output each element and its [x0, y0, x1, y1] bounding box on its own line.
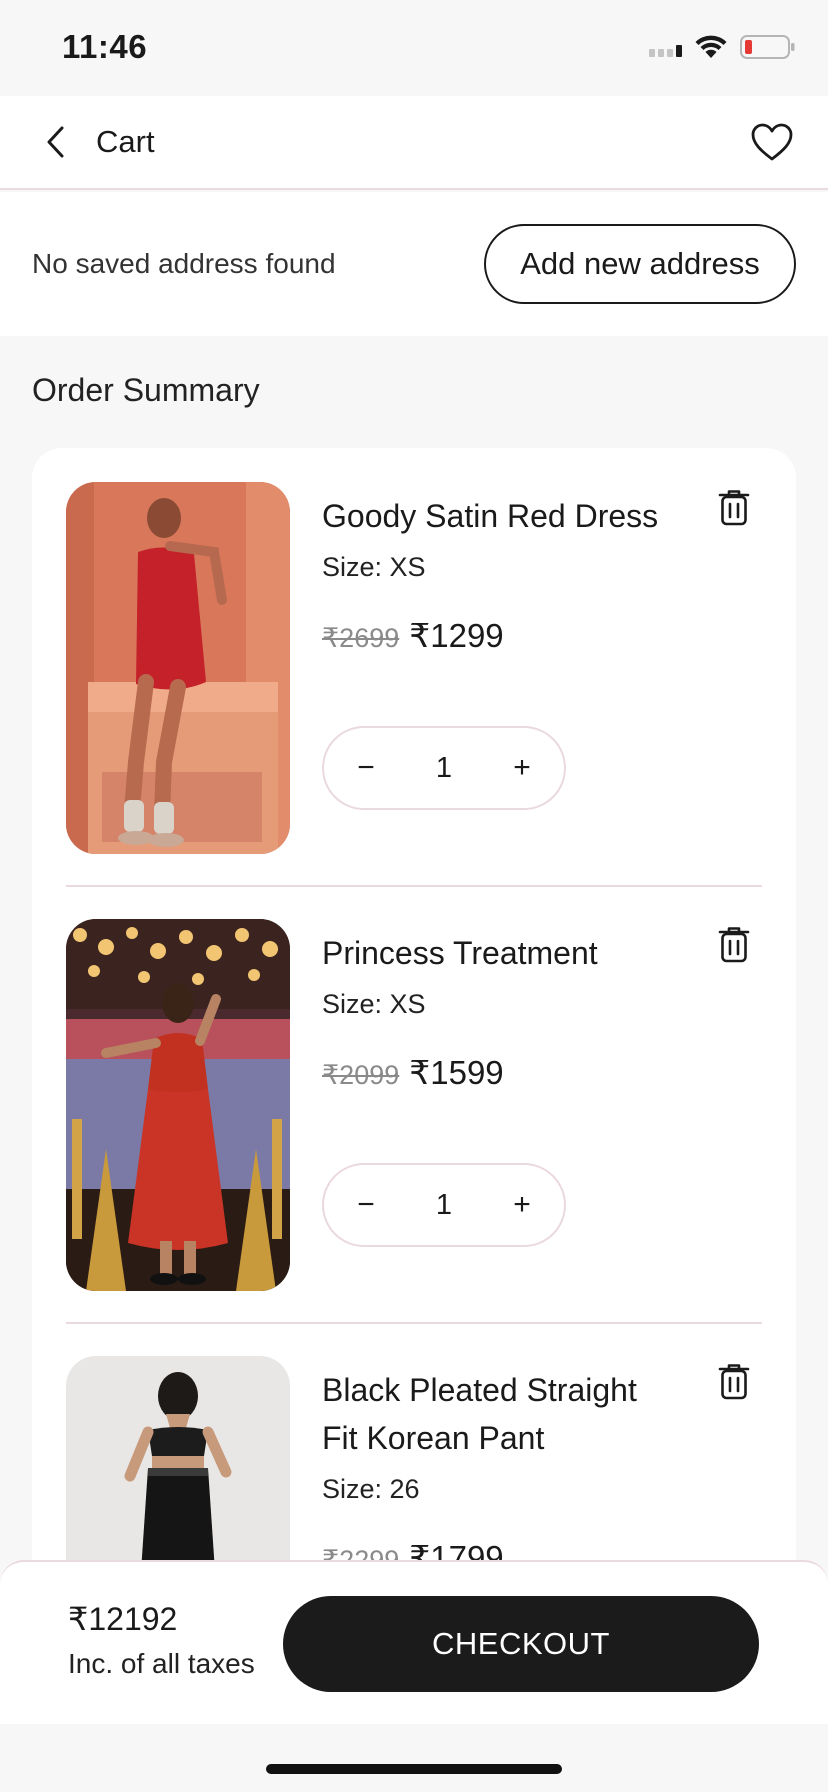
checkout-button[interactable]: CHECKOUT — [283, 1596, 759, 1692]
product-size: Size: 26 — [322, 1474, 420, 1504]
trash-icon — [718, 1364, 750, 1400]
trash-icon — [718, 927, 750, 963]
heart-icon — [751, 123, 793, 161]
increase-quantity-button[interactable]: + — [502, 1185, 542, 1225]
home-indicator[interactable] — [266, 1764, 562, 1774]
back-button[interactable] — [36, 122, 76, 162]
status-time: 11:46 — [62, 28, 148, 65]
quantity-value: 1 — [435, 751, 453, 784]
no-address-message: No saved address found — [32, 248, 336, 279]
product-price: ₹2099 ₹1599 — [322, 1053, 504, 1092]
product-size: Size: XS — [322, 989, 426, 1019]
tax-note: Inc. of all taxes — [68, 1648, 255, 1679]
wifi-icon — [695, 35, 727, 58]
trash-icon — [718, 490, 750, 526]
product-name[interactable]: Black Pleated Straight Fit Korean Pant — [322, 1366, 672, 1462]
sale-price: ₹1599 — [409, 1054, 504, 1091]
quantity-stepper: − 1 + — [322, 726, 566, 810]
item-divider — [66, 1322, 762, 1324]
item-divider — [66, 885, 762, 887]
order-summary-card: Goody Satin Red Dress Size: XS ₹2699 ₹12… — [32, 448, 796, 1648]
add-new-address-button[interactable]: Add new address — [484, 224, 796, 304]
quantity-value: 1 — [435, 1188, 453, 1221]
wishlist-button[interactable] — [748, 118, 796, 166]
cart-item: Princess Treatment Size: XS ₹2099 ₹1599 … — [66, 919, 762, 1291]
delete-item-button[interactable] — [712, 486, 756, 530]
page-title: Cart — [96, 124, 155, 159]
original-price: ₹2099 — [322, 1060, 400, 1090]
battery-low-icon — [740, 35, 795, 59]
address-section: No saved address found Add new address — [0, 192, 828, 336]
cart-total: ₹12192 — [68, 1601, 178, 1637]
cellular-signal-icon — [649, 37, 682, 57]
product-size: Size: XS — [322, 552, 426, 582]
product-name[interactable]: Princess Treatment — [322, 929, 672, 977]
quantity-stepper: − 1 + — [322, 1163, 566, 1247]
checkout-bar: ₹12192 Inc. of all taxes CHECKOUT — [0, 1560, 828, 1724]
delete-item-button[interactable] — [712, 923, 756, 967]
product-price: ₹2699 ₹1299 — [322, 616, 504, 655]
cart-screen: 11:46 Cart No saved address found Add ne… — [0, 0, 828, 1792]
product-image[interactable] — [66, 482, 290, 854]
chevron-left-icon — [47, 126, 64, 158]
decrease-quantity-button[interactable]: − — [346, 748, 386, 788]
original-price: ₹2699 — [322, 623, 400, 653]
decrease-quantity-button[interactable]: − — [346, 1185, 386, 1225]
sale-price: ₹1299 — [409, 617, 504, 654]
product-name[interactable]: Goody Satin Red Dress — [322, 492, 672, 540]
status-bar: 11:46 — [0, 0, 828, 96]
delete-item-button[interactable] — [712, 1360, 756, 1404]
app-header: Cart — [0, 96, 828, 190]
order-summary-heading: Order Summary — [32, 372, 260, 408]
increase-quantity-button[interactable]: + — [502, 748, 542, 788]
product-image[interactable] — [66, 919, 290, 1291]
status-icons — [649, 34, 796, 60]
cart-item: Goody Satin Red Dress Size: XS ₹2699 ₹12… — [66, 482, 762, 854]
